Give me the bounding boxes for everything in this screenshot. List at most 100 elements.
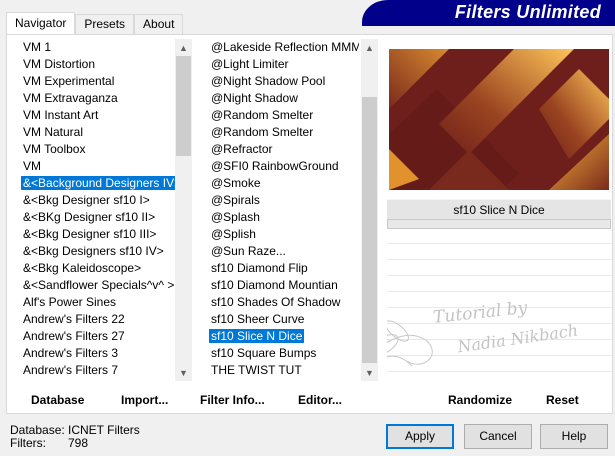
- filter-list-item-label: @Spirals: [211, 193, 260, 207]
- filters-count-label: Filters:: [10, 436, 46, 450]
- category-list-item[interactable]: VM: [19, 158, 175, 175]
- category-list-item-label: Alf's Power Sines: [23, 295, 116, 309]
- category-list-item[interactable]: Alf's Power Sines: [19, 294, 175, 311]
- category-list-item-label: VM Experimental: [23, 74, 115, 88]
- help-button[interactable]: Help: [540, 424, 608, 449]
- category-list-item-label: VM Toolbox: [23, 142, 86, 156]
- category-list-item[interactable]: VM Toolbox: [19, 141, 175, 158]
- filter-list-item[interactable]: @Light Limiter: [207, 56, 359, 73]
- filter-list-item-label: @Splish: [211, 227, 256, 241]
- filter-list-item[interactable]: @Random Smelter: [207, 124, 359, 141]
- category-list-item-label: &<Sandflower Specials^v^ >: [23, 278, 175, 292]
- randomize-button[interactable]: Randomize: [448, 392, 512, 408]
- scroll-down-arrow-icon[interactable]: ▼: [361, 364, 378, 381]
- filter-info-button[interactable]: Filter Info...: [200, 392, 265, 408]
- editor-button[interactable]: Editor...: [298, 392, 342, 408]
- category-list-item[interactable]: Andrew's Filters 7: [19, 362, 175, 379]
- scroll-up-arrow-icon[interactable]: ▲: [361, 39, 378, 56]
- filter-list-item[interactable]: sf10 Shades Of Shadow: [207, 294, 359, 311]
- category-list-item[interactable]: VM Experimental: [19, 73, 175, 90]
- database-info: Database: ICNET Filters Filters: 798: [10, 424, 140, 450]
- filter-list-item-label: sf10 Slice N Dice: [209, 329, 305, 343]
- category-list-item[interactable]: &<Bkg Designer sf10 I>: [19, 192, 175, 209]
- reset-button[interactable]: Reset: [546, 392, 579, 408]
- scroll-up-arrow-icon[interactable]: ▲: [175, 39, 192, 56]
- navigator-panel: VM 1 VM Distortion VM Experimental VM Extra…: [6, 34, 613, 414]
- category-list-item[interactable]: &<Bkg Designer sf10 III>: [19, 226, 175, 243]
- filter-list-item-label: @Smoke: [211, 176, 261, 190]
- filter-list-item-label: sf10 Diamond Flip: [211, 261, 308, 275]
- filter-list-item-label: @Sun Raze...: [211, 244, 286, 258]
- filter-progress-bar: [387, 219, 611, 229]
- filter-list-item[interactable]: @Splish: [207, 226, 359, 243]
- filter-preview-image: [389, 49, 609, 190]
- category-list[interactable]: VM 1 VM Distortion VM Experimental VM Extra…: [19, 39, 175, 379]
- category-list-item-label: VM 1: [23, 40, 52, 54]
- filter-list-item-label: @Night Shadow Pool: [211, 74, 326, 88]
- category-list-item[interactable]: &<Bkg Designers sf10 IV>: [19, 243, 175, 260]
- filter-list-item[interactable]: sf10 Sheer Curve: [207, 311, 359, 328]
- filter-list-item-label: @Splash: [211, 210, 260, 224]
- category-list-item-label: VM: [23, 159, 41, 173]
- filter-list-item[interactable]: @Splash: [207, 209, 359, 226]
- category-list-item[interactable]: Andrew's Filters 22: [19, 311, 175, 328]
- cancel-button[interactable]: Cancel: [464, 424, 532, 449]
- category-list-item[interactable]: VM Distortion: [19, 56, 175, 73]
- category-list-item[interactable]: &<Bkg Kaleidoscope>: [19, 260, 175, 277]
- filter-list-item-label: @SFI0 RainbowGround: [211, 159, 339, 173]
- filter-list-item[interactable]: sf10 Slice N Dice: [207, 328, 359, 345]
- filter-list-item[interactable]: @Refractor: [207, 141, 359, 158]
- category-list-item-label: &<Background Designers IV>: [21, 176, 175, 190]
- filter-list-item-label: @Night Shadow: [211, 91, 298, 105]
- category-scroll-thumb[interactable]: [176, 56, 191, 156]
- category-list-item-label: VM Distortion: [23, 57, 96, 71]
- filter-list-item[interactable]: @Smoke: [207, 175, 359, 192]
- filter-list-item[interactable]: sf10 Square Bumps: [207, 345, 359, 362]
- import-button[interactable]: Import...: [121, 392, 168, 408]
- category-list-item[interactable]: &<Sandflower Specials^v^ >: [19, 277, 175, 294]
- watermark-area: Tutorial by Nadia Nikbach: [387, 231, 611, 381]
- filter-list-item[interactable]: @Lakeside Reflection MMMM: [207, 39, 359, 56]
- category-list-item[interactable]: VM Instant Art: [19, 107, 175, 124]
- filter-scrollbar[interactable]: ▲ ▼: [361, 39, 378, 381]
- filter-list-item[interactable]: @Night Shadow: [207, 90, 359, 107]
- tab-bar: Navigator Presets About: [6, 12, 184, 34]
- filter-list-item[interactable]: sf10 Diamond Flip: [207, 260, 359, 277]
- database-button[interactable]: Database: [31, 392, 84, 408]
- filter-list-item[interactable]: @Spirals: [207, 192, 359, 209]
- apply-button[interactable]: Apply: [386, 424, 454, 449]
- filter-list-item-label: sf10 Sheer Curve: [211, 312, 305, 326]
- filter-list-item[interactable]: THE TWIST TUT: [207, 362, 359, 379]
- preview-pattern-icon: [389, 49, 609, 190]
- category-scrollbar[interactable]: ▲ ▼: [175, 39, 192, 381]
- filter-scroll-thumb[interactable]: [362, 97, 377, 363]
- category-list-item[interactable]: VM Extravaganza: [19, 90, 175, 107]
- category-list-item-label: Andrew's Filters 3: [23, 346, 118, 360]
- category-list-item[interactable]: &<Background Designers IV>: [19, 175, 175, 192]
- category-list-item-label: &<BKg Designer sf10 II>: [23, 210, 156, 224]
- category-list-item-label: VM Instant Art: [23, 108, 99, 122]
- category-list-item-label: VM Natural: [23, 125, 84, 139]
- filter-list[interactable]: @Lakeside Reflection MMMM @Light Limiter @…: [207, 39, 359, 379]
- filter-list-item[interactable]: @Random Smelter: [207, 107, 359, 124]
- category-list-item[interactable]: &<BKg Designer sf10 II>: [19, 209, 175, 226]
- tab-about[interactable]: About: [134, 14, 184, 34]
- scroll-down-arrow-icon[interactable]: ▼: [175, 364, 192, 381]
- tab-presets[interactable]: Presets: [75, 14, 135, 34]
- category-list-item[interactable]: Andrew's Filters 27: [19, 328, 175, 345]
- filter-list-item-label: @Lakeside Reflection MMMM: [211, 40, 359, 54]
- category-list-item[interactable]: Andrew's Filters 3: [19, 345, 175, 362]
- filters-count-value: 798: [68, 436, 89, 450]
- filter-list-item-label: @Random Smelter: [211, 108, 314, 122]
- filter-list-item-label: @Random Smelter: [211, 125, 314, 139]
- filter-list-item[interactable]: sf10 Diamond Mountian: [207, 277, 359, 294]
- category-list-item[interactable]: VM Natural: [19, 124, 175, 141]
- category-list-item[interactable]: VM 1: [19, 39, 175, 56]
- category-list-item-label: &<Bkg Designers sf10 IV>: [23, 244, 164, 258]
- filter-list-item[interactable]: @Sun Raze...: [207, 243, 359, 260]
- filter-list-item-label: THE TWIST TUT: [211, 363, 302, 377]
- tab-navigator[interactable]: Navigator: [6, 12, 76, 34]
- selected-filter-name: sf10 Slice N Dice: [387, 199, 611, 219]
- filter-list-item[interactable]: @SFI0 RainbowGround: [207, 158, 359, 175]
- filter-list-item[interactable]: @Night Shadow Pool: [207, 73, 359, 90]
